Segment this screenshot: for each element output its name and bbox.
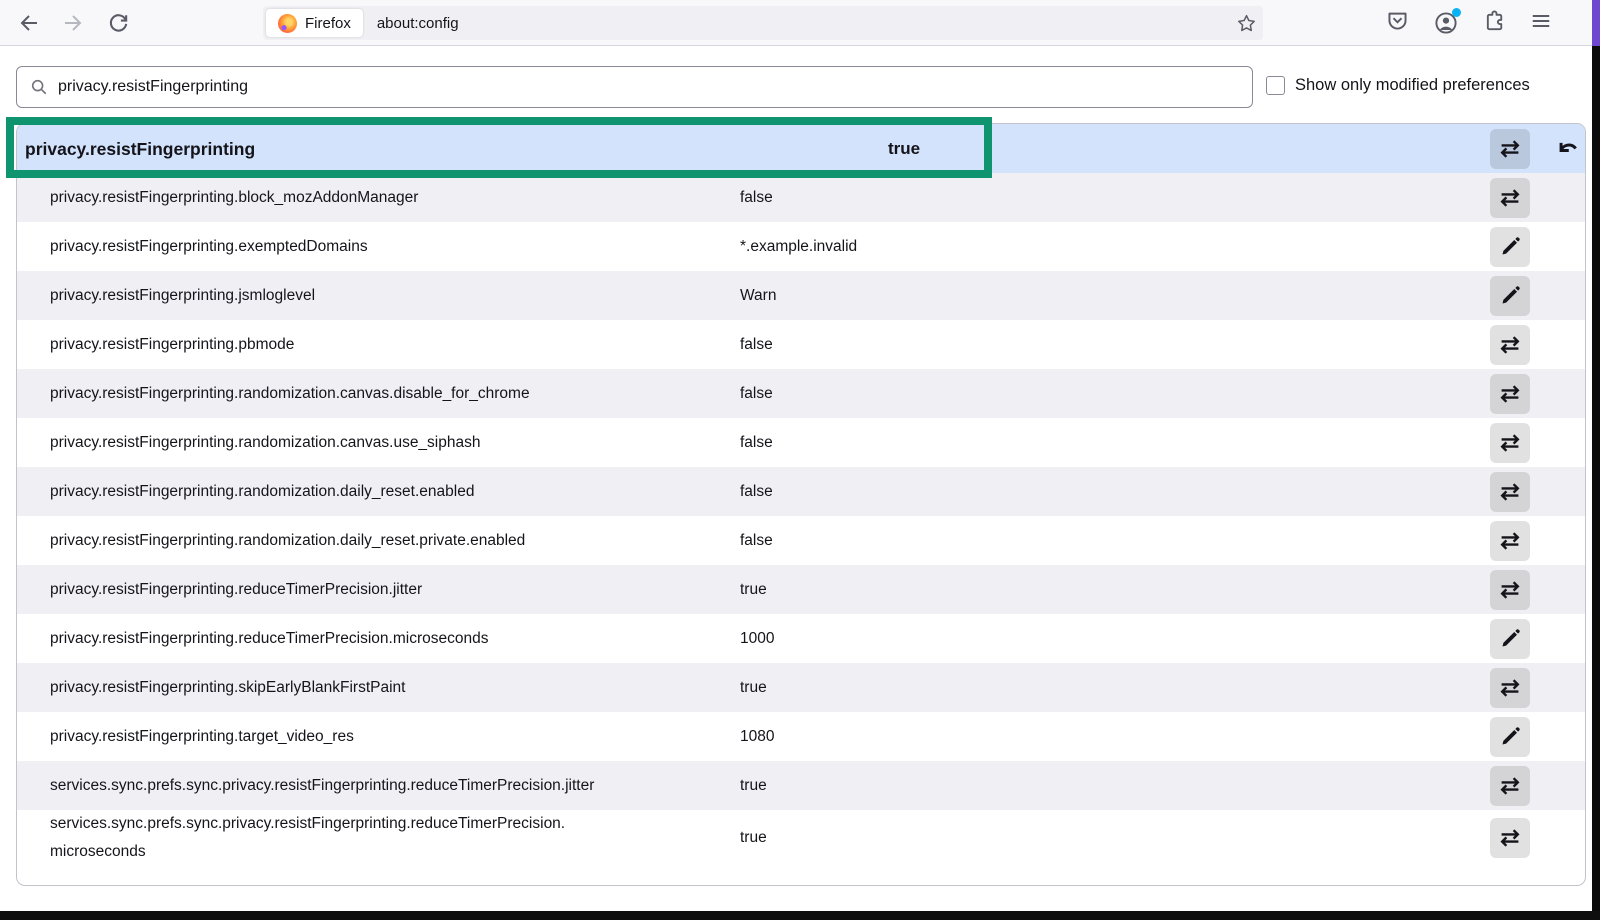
menu-icon[interactable] <box>1530 10 1552 37</box>
browser-toolbar: Firefox about:config <box>0 0 1600 46</box>
firefox-chip-label: Firefox <box>305 15 351 32</box>
pref-value: false <box>740 532 773 550</box>
search-icon <box>30 78 48 96</box>
pref-row[interactable]: privacy.​resistFingerprinting.​reduceTim… <box>17 614 1585 663</box>
toggle-button[interactable] <box>1490 178 1530 218</box>
prefs-table: privacy.resistFingerprinting true privac… <box>16 123 1586 886</box>
pref-row[interactable]: privacy.​resistFingerprinting.​randomiza… <box>17 467 1585 516</box>
pref-name: privacy.resistFingerprinting <box>25 135 255 163</box>
back-icon[interactable] <box>16 10 42 36</box>
pref-row[interactable]: services.​sync.​prefs.​sync.​privacy.​re… <box>17 810 1585 866</box>
url-bar[interactable]: Firefox about:config <box>263 6 1263 40</box>
pref-value: false <box>740 434 773 452</box>
prefs-rows: privacy.​resistFingerprinting.​block_moz… <box>17 173 1585 866</box>
pref-value: false <box>740 483 773 501</box>
pref-row[interactable]: privacy.​resistFingerprinting.​randomiza… <box>17 516 1585 565</box>
show-modified-checkbox[interactable] <box>1266 76 1285 95</box>
pref-value: true <box>888 139 920 159</box>
pref-row[interactable]: services.​sync.​prefs.​sync.​privacy.​re… <box>17 761 1585 810</box>
bookmark-star-icon[interactable] <box>1229 14 1263 33</box>
pref-name: privacy.​resistFingerprinting.​reduceTim… <box>50 576 422 604</box>
account-notification-dot <box>1452 8 1461 17</box>
toggle-button[interactable] <box>1490 129 1530 169</box>
reset-button[interactable] <box>1548 129 1586 169</box>
pref-row[interactable]: privacy.​resistFingerprinting.​jsmloglev… <box>17 271 1585 320</box>
pref-value: false <box>740 189 773 207</box>
edit-button[interactable] <box>1490 276 1530 316</box>
account-icon[interactable] <box>1434 11 1458 35</box>
pref-row[interactable]: privacy.​resistFingerprinting.​pbmode fa… <box>17 320 1585 369</box>
pref-name: privacy.​resistFingerprinting.​pbmode <box>50 331 294 359</box>
pref-row[interactable]: privacy.​resistFingerprinting.​exemptedD… <box>17 222 1585 271</box>
pref-value: 1000 <box>740 630 774 648</box>
pref-value: true <box>740 829 767 847</box>
pref-row[interactable]: privacy.​resistFingerprinting.​block_moz… <box>17 173 1585 222</box>
pocket-icon[interactable] <box>1386 9 1409 37</box>
pref-name: services.​sync.​prefs.​sync.​privacy.​re… <box>50 810 650 866</box>
toggle-button[interactable] <box>1490 818 1530 858</box>
show-modified-label[interactable]: Show only modified preferences <box>1295 76 1530 95</box>
firefox-search-chip: Firefox <box>266 9 363 37</box>
pref-row[interactable]: privacy.​resistFingerprinting.​skipEarly… <box>17 663 1585 712</box>
edit-button[interactable] <box>1490 619 1530 659</box>
pref-name: privacy.​resistFingerprinting.​jsmloglev… <box>50 282 315 310</box>
pref-name: privacy.​resistFingerprinting.​randomiza… <box>50 478 474 506</box>
screen-edge-purple <box>1592 0 1600 46</box>
toggle-button[interactable] <box>1490 374 1530 414</box>
toggle-button[interactable] <box>1490 766 1530 806</box>
pref-value: true <box>740 581 767 599</box>
url-text[interactable]: about:config <box>377 15 459 32</box>
toggle-button[interactable] <box>1490 570 1530 610</box>
pref-value: *.example.invalid <box>740 238 857 256</box>
pref-row[interactable]: privacy.​resistFingerprinting.​reduceTim… <box>17 565 1585 614</box>
pref-name: privacy.​resistFingerprinting.​randomiza… <box>50 429 480 457</box>
toggle-button[interactable] <box>1490 325 1530 365</box>
pref-name: privacy.​resistFingerprinting.​reduceTim… <box>50 625 488 653</box>
selected-pref-row[interactable]: privacy.resistFingerprinting true <box>17 124 1585 173</box>
pref-value: Warn <box>740 287 776 305</box>
pref-name: privacy.​resistFingerprinting.​skipEarly… <box>50 674 405 702</box>
pref-row[interactable]: privacy.​resistFingerprinting.​randomiza… <box>17 418 1585 467</box>
pref-name: services.​sync.​prefs.​sync.​privacy.​re… <box>50 772 594 800</box>
firefox-logo-icon <box>278 14 297 33</box>
reload-icon[interactable] <box>105 10 131 36</box>
screen-edge-bottom <box>0 911 1600 920</box>
pref-value: 1080 <box>740 728 774 746</box>
pref-value: false <box>740 385 773 403</box>
pref-name: privacy.​resistFingerprinting.​randomiza… <box>50 527 525 555</box>
extensions-icon[interactable] <box>1483 10 1505 37</box>
pref-name: privacy.​resistFingerprinting.​target_vi… <box>50 723 354 751</box>
config-search-input[interactable]: privacy.resistFingerprinting <box>16 66 1253 108</box>
pref-value: true <box>740 777 767 795</box>
toggle-button[interactable] <box>1490 472 1530 512</box>
toggle-button[interactable] <box>1490 423 1530 463</box>
pref-name: privacy.​resistFingerprinting.​randomiza… <box>50 380 530 408</box>
edit-button[interactable] <box>1490 717 1530 757</box>
screen-edge-right <box>1592 46 1600 920</box>
pref-row[interactable]: privacy.​resistFingerprinting.​target_vi… <box>17 712 1585 761</box>
pref-row[interactable]: privacy.​resistFingerprinting.​randomiza… <box>17 369 1585 418</box>
toggle-button[interactable] <box>1490 668 1530 708</box>
forward-icon <box>60 10 86 36</box>
pref-name: privacy.​resistFingerprinting.​block_moz… <box>50 184 418 212</box>
search-input-value: privacy.resistFingerprinting <box>58 78 248 96</box>
pref-name: privacy.​resistFingerprinting.​exemptedD… <box>50 233 368 261</box>
toggle-button[interactable] <box>1490 521 1530 561</box>
pref-value: true <box>740 679 767 697</box>
pref-value: false <box>740 336 773 354</box>
edit-button[interactable] <box>1490 227 1530 267</box>
